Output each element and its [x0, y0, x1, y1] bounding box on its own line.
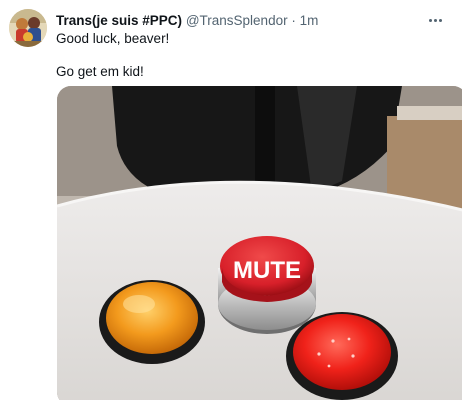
user-handle[interactable]: @TransSplendor: [186, 13, 288, 28]
tweet-text-line: Good luck, beaver!: [56, 31, 170, 46]
separator-dot: ·: [291, 13, 296, 28]
tweet-text-line: Go get em kid!: [56, 64, 144, 79]
timestamp[interactable]: 1m: [300, 13, 319, 28]
avatar[interactable]: [9, 9, 47, 47]
media-scene: MUTE: [57, 86, 462, 400]
more-dots-icon[interactable]: [424, 12, 446, 28]
display-name[interactable]: Trans(je suis #PPC): [56, 13, 182, 28]
tweet-media-image[interactable]: MUTE: [57, 86, 462, 400]
tweet-header: Trans(je suis #PPC) @TransSplendor · 1m: [56, 11, 422, 31]
mute-button-label: MUTE: [233, 257, 301, 284]
avatar-image: [9, 9, 47, 47]
tweet-card[interactable]: Trans(je suis #PPC) @TransSplendor · 1m …: [0, 0, 462, 400]
